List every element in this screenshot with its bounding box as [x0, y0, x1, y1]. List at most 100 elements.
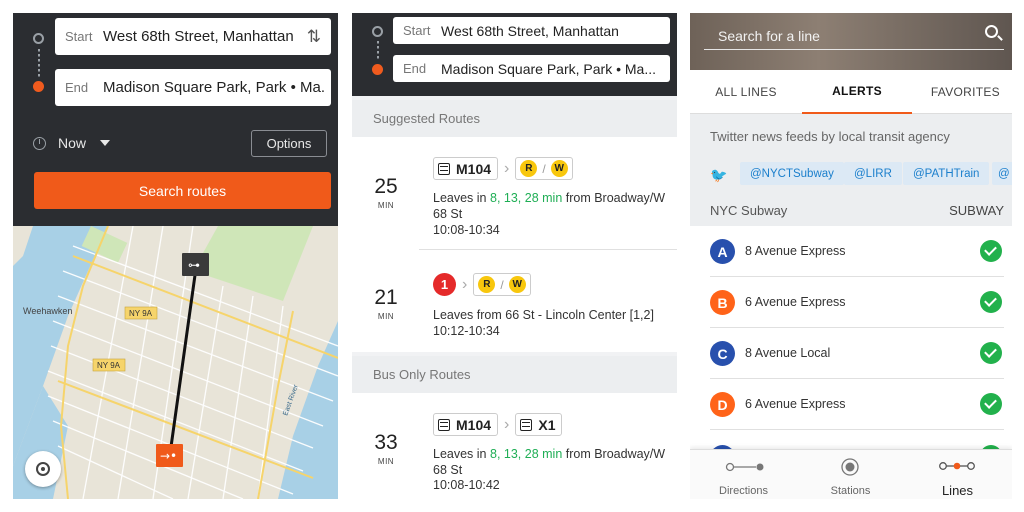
- line-w-bullet: W: [550, 160, 568, 177]
- bus-icon: [438, 162, 450, 175]
- my-location-button[interactable]: [25, 451, 61, 487]
- twitter-handles: 🐦 @NYCTSubway @LIRR @PATHTrain @: [690, 158, 1012, 194]
- handle-pathtrain[interactable]: @PATHTrain: [903, 162, 990, 185]
- route-option[interactable]: 21 MIN 1 › R / W Leaves from 66 St - Lin…: [352, 250, 677, 352]
- lines-panel: Search for a line ALL LINES ALERTS FAVOR…: [690, 13, 1012, 499]
- line-d-bullet: D: [710, 392, 735, 417]
- departure-info: Leaves in 8, 13, 28 min from Broadway/W …: [433, 447, 666, 477]
- options-button[interactable]: Options: [251, 130, 327, 157]
- nav-stations[interactable]: Stations: [797, 450, 904, 499]
- route-legs: 1 › R / W: [433, 273, 531, 296]
- route-planner: Start West 68th Street, Manhattan ⇅ End …: [13, 13, 338, 226]
- search-routes-button[interactable]: Search routes: [34, 172, 331, 209]
- agency-type: SUBWAY: [949, 203, 1004, 218]
- line-row[interactable]: D 6 Avenue Express: [690, 379, 1012, 430]
- end-dot-icon: [33, 81, 44, 92]
- locate-icon: [36, 462, 50, 476]
- route-connector: [38, 49, 40, 77]
- line-1-bullet: 1: [433, 273, 456, 296]
- end-field[interactable]: End Madison Square Park, Park • Ma...: [55, 69, 331, 106]
- caret-down-icon: [100, 140, 111, 146]
- tab-alerts[interactable]: ALERTS: [802, 70, 912, 114]
- route-connector: [377, 41, 379, 61]
- svg-text:⊶: ⊶: [188, 258, 200, 272]
- departure-info: Leaves from 66 St - Lincoln Center [1,2]: [433, 308, 654, 322]
- line-name: 6 Avenue Express: [745, 397, 846, 411]
- end-label: End: [65, 80, 89, 95]
- end-field[interactable]: End Madison Square Park, Park • Ma...: [393, 55, 670, 82]
- duration: 25 MIN: [374, 175, 398, 210]
- time-range: 10:08-10:34: [433, 223, 500, 237]
- map-view[interactable]: Weehawken NY 9A NY 9A East River ⊶ →•: [13, 226, 338, 499]
- lines-header: Search for a line: [690, 13, 1012, 70]
- swap-icon[interactable]: ⇅: [307, 27, 321, 47]
- route-dots-2: [371, 26, 385, 86]
- nav-label: Lines: [941, 483, 974, 498]
- svg-text:NY 9A: NY 9A: [129, 309, 153, 318]
- line-search-input[interactable]: Search for a line: [704, 25, 1004, 50]
- handle-lirr[interactable]: @LIRR: [844, 162, 902, 185]
- nav-directions[interactable]: Directions: [690, 450, 797, 499]
- handle-more[interactable]: @: [992, 162, 1012, 185]
- start-dot-icon: [372, 26, 383, 37]
- line-name: 6 Avenue Express: [745, 295, 846, 309]
- search-placeholder: Search for a line: [718, 28, 820, 44]
- line-b-bullet: B: [710, 290, 735, 315]
- end-marker-icon: →•: [156, 444, 183, 467]
- route-dots: [32, 33, 46, 93]
- directions-icon: [725, 462, 764, 472]
- route-legs: M104 › X1: [433, 413, 563, 436]
- nav-lines[interactable]: Lines: [904, 450, 1011, 499]
- good-service-icon: [980, 342, 1002, 364]
- twitter-header: Twitter news feeds by local transit agen…: [690, 114, 1012, 158]
- chevron-right-icon: ›: [504, 159, 510, 177]
- bus-chip: X1: [515, 413, 563, 436]
- duration: 33 MIN: [374, 431, 398, 466]
- route-legs: M104 › R / W: [433, 157, 573, 180]
- agency-header: NYC Subway SUBWAY: [690, 194, 1012, 226]
- train-chip: R / W: [473, 273, 531, 296]
- departure-info: Leaves in 8, 13, 28 min from Broadway/W …: [433, 191, 666, 221]
- start-field[interactable]: Start West 68th Street, Manhattan ⇅: [55, 18, 331, 55]
- train-chip: R / W: [515, 157, 573, 180]
- good-service-icon: [980, 393, 1002, 415]
- time-range: 10:12-10:34: [433, 324, 500, 338]
- stations-icon: [841, 458, 859, 476]
- line-row[interactable]: C 8 Avenue Local: [690, 328, 1012, 379]
- road-shield-ny9a-2: NY 9A: [92, 358, 126, 372]
- realtime-times: 8, 13, 28 min: [490, 191, 563, 205]
- twitter-bird-icon: 🐦: [710, 167, 728, 183]
- end-value: Madison Square Park, Park • Ma...: [441, 60, 656, 77]
- tab-favorites[interactable]: FAVORITES: [912, 70, 1012, 114]
- start-marker-icon: ⊶: [182, 253, 209, 276]
- route-option[interactable]: 33 MIN M104 › X1 Leaves in 8, 13, 28 min…: [352, 393, 677, 499]
- clock-icon: [33, 136, 46, 150]
- start-label: Start: [403, 23, 431, 38]
- nav-label: Stations: [830, 485, 871, 497]
- line-row-partial[interactable]: [690, 430, 1012, 470]
- start-label: Start: [65, 29, 93, 44]
- route-summary: Start West 68th Street, Manhattan End Ma…: [352, 13, 677, 96]
- line-a-bullet: A: [710, 239, 735, 264]
- line-row[interactable]: B 6 Avenue Express: [690, 277, 1012, 328]
- line-w-bullet: W: [508, 276, 526, 293]
- start-value: West 68th Street, Manhattan: [103, 28, 294, 45]
- start-field[interactable]: Start West 68th Street, Manhattan: [393, 17, 670, 44]
- end-dot-icon: [372, 64, 383, 75]
- line-row[interactable]: A 8 Avenue Express: [690, 226, 1012, 277]
- line-r-bullet: R: [520, 160, 538, 177]
- time-range: 10:08-10:42: [433, 478, 500, 492]
- route-option[interactable]: 25 MIN M104 › R / W Leaves in 8, 13, 28 …: [352, 137, 677, 250]
- good-service-icon: [980, 291, 1002, 313]
- line-r-bullet: R: [478, 276, 496, 293]
- time-selector[interactable]: Now: [33, 135, 111, 151]
- bus-chip: M104: [433, 413, 499, 436]
- tab-all-lines[interactable]: ALL LINES: [690, 70, 802, 114]
- map-label-weehawken: Weehawken: [23, 306, 72, 316]
- chevron-right-icon: ›: [462, 275, 468, 293]
- bus-icon: [438, 418, 450, 431]
- search-icon[interactable]: [985, 25, 998, 38]
- map-canvas: Weehawken NY 9A NY 9A East River ⊶ →•: [13, 226, 338, 499]
- handle-nyctsubway[interactable]: @NYCTSubway: [740, 162, 844, 185]
- end-label: End: [403, 61, 427, 76]
